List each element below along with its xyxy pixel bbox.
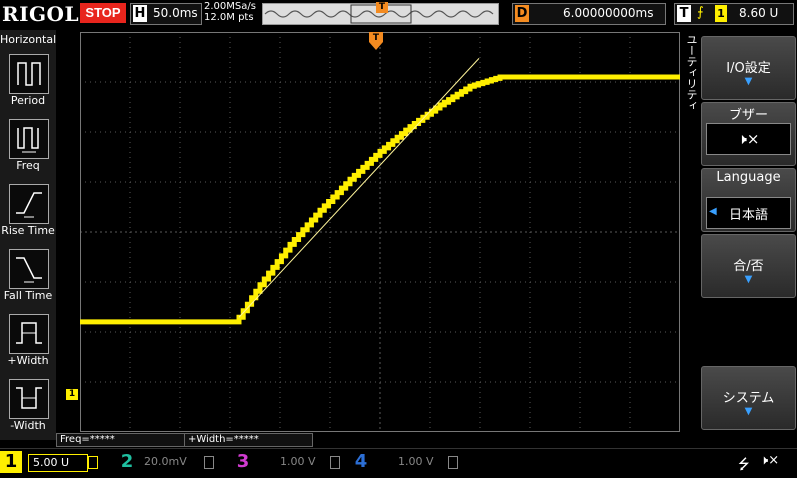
measure-period-label: Period <box>10 94 46 107</box>
waveform-display[interactable] <box>80 32 680 432</box>
channel-status-bar: 1 5.00 U 2 20.0mV 3 1.00 V 4 1.00 V ⭍ 🕨× <box>0 448 797 476</box>
ch1-offset-marker[interactable]: 1 <box>66 389 78 400</box>
measure-rise-time-label: Rise Time <box>1 224 55 237</box>
measure-period-button[interactable] <box>9 54 49 94</box>
ch4-scale: 1.00 V <box>398 455 434 468</box>
ch2-status[interactable]: 2 20.0mV <box>116 451 226 473</box>
rigol-logo: RIGOL <box>2 2 80 26</box>
delay-label: D <box>515 5 529 22</box>
fall-time-icon <box>16 257 42 283</box>
measure-freq-label: Freq <box>16 159 40 172</box>
trigger-source: 1 <box>715 5 727 22</box>
system-button[interactable]: システム ▼ <box>701 366 796 430</box>
trigger-label: T <box>677 5 691 22</box>
language-value-box: ◀ 日本語 <box>706 197 791 229</box>
chevron-down-icon: ▼ <box>744 274 753 285</box>
graticule <box>80 32 680 432</box>
sample-rate: 2.00MSa/s <box>204 1 256 12</box>
measurement-freq[interactable]: Freq=***** <box>56 433 185 447</box>
memory-depth: 12.0M pts <box>204 12 254 23</box>
language-label: Language <box>716 170 781 185</box>
usb-icon: ⭍ <box>738 457 750 473</box>
ch1-number: 1 <box>0 451 22 473</box>
chevron-down-icon: ▼ <box>744 406 753 417</box>
ch4-status[interactable]: 4 1.00 V <box>350 451 460 473</box>
memory-position-bar[interactable]: T <box>262 2 499 25</box>
ch3-scale: 1.00 V <box>280 455 316 468</box>
language-value: 日本語 <box>729 208 769 223</box>
buzzer-label: ブザー <box>728 108 768 123</box>
io-settings-label: I/O設定 <box>726 61 771 76</box>
speaker-muted-icon: 🕨× <box>737 130 760 148</box>
run-stop-status[interactable]: STOP <box>80 3 126 23</box>
timebase-box[interactable]: H 50.0ms <box>130 3 202 25</box>
ch2-scale: 20.0mV <box>144 455 187 468</box>
pass-fail-label: 合/否 <box>733 259 764 274</box>
timebase-label: H <box>133 5 147 22</box>
ch1-status[interactable]: 1 5.00 U <box>0 451 104 473</box>
measure-rise-time-button[interactable] <box>9 184 49 224</box>
measure-freq-button[interactable] <box>9 119 49 159</box>
buzzer-button[interactable]: ブザー 🕨× <box>701 102 796 166</box>
trigger-box[interactable]: T ⨍ 1 8.60 U <box>674 3 794 25</box>
ch3-status[interactable]: 3 1.00 V <box>232 451 342 473</box>
ch4-number: 4 <box>354 451 368 472</box>
acquisition-info: 2.00MSa/s 12.0M pts <box>204 1 256 23</box>
utility-tab-label: ユーティリティ <box>685 34 698 111</box>
coupling-icon <box>88 456 98 469</box>
ch1-scale: 5.00 U <box>28 454 89 472</box>
measure-minus-width-label: -Width <box>10 419 46 432</box>
coupling-icon <box>448 456 458 469</box>
trigger-time-marker: T <box>369 32 383 50</box>
measure-category-title: Horizontal <box>0 33 57 46</box>
minus-width-icon <box>16 387 42 409</box>
plus-width-icon <box>16 322 42 344</box>
measurement-plus-width[interactable]: +Width=***** <box>184 433 313 447</box>
chevron-left-icon: ◀ <box>709 206 717 217</box>
trigger-position-marker: T <box>376 2 388 13</box>
measure-plus-width-button[interactable] <box>9 314 49 354</box>
measurement-results: Freq=***** +Width=***** <box>56 433 680 447</box>
period-icon <box>17 62 41 86</box>
timebase-value: 50.0ms <box>153 6 198 20</box>
measure-fall-time-label: Fall Time <box>3 289 53 302</box>
measure-fall-time-button[interactable] <box>9 249 49 289</box>
rise-reference-line <box>238 58 480 318</box>
language-button[interactable]: Language ◀ 日本語 <box>701 168 796 232</box>
buzzer-value: 🕨× <box>706 123 791 155</box>
pass-fail-button[interactable]: 合/否 ▼ <box>701 234 796 298</box>
speaker-muted-icon: 🕨× <box>760 453 780 468</box>
rise-time-icon <box>16 192 42 218</box>
delay-box[interactable]: D 6.00000000ms <box>512 3 666 25</box>
trigger-level: 8.60 U <box>739 6 779 20</box>
rising-edge-icon: ⨍ <box>697 5 704 20</box>
delay-value: 6.00000000ms <box>563 6 654 20</box>
system-label: システム <box>722 391 775 406</box>
freq-icon <box>17 127 39 153</box>
measure-plus-width-label: +Width <box>7 354 49 367</box>
chevron-down-icon: ▼ <box>744 76 753 87</box>
ch3-number: 3 <box>236 451 250 472</box>
measure-minus-width-button[interactable] <box>9 379 49 419</box>
coupling-icon <box>330 456 340 469</box>
coupling-icon <box>204 456 214 469</box>
ch2-number: 2 <box>120 451 134 472</box>
io-settings-button[interactable]: I/O設定 ▼ <box>701 36 796 100</box>
